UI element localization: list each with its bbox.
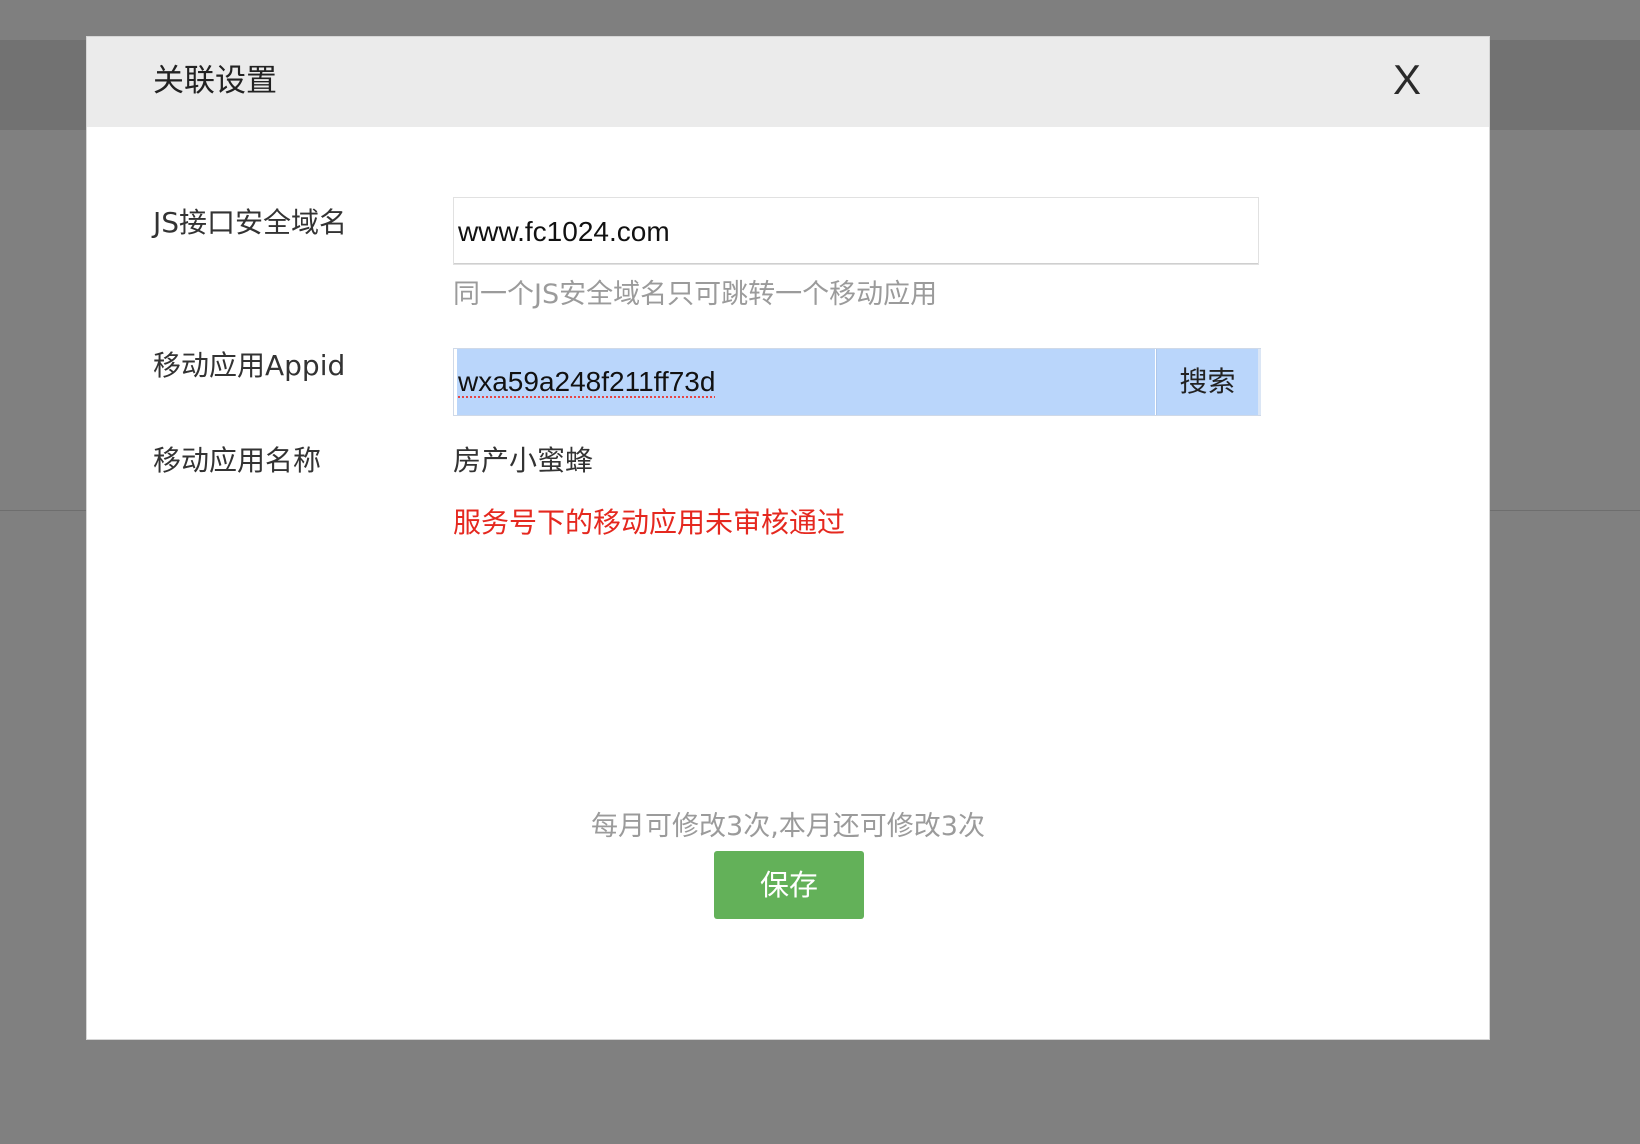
domain-label: JS接口安全域名 — [153, 206, 348, 239]
appid-label: 移动应用Appid — [153, 349, 346, 382]
background-topbar — [0, 0, 1640, 41]
dialog-header: 关联设置 X — [87, 37, 1489, 127]
review-error-message: 服务号下的移动应用未审核通过 — [453, 506, 846, 539]
association-settings-dialog: 关联设置 X JS接口安全域名 www.fc1024.com 同一个JS安全域名… — [86, 36, 1490, 1040]
close-button[interactable]: X — [1387, 57, 1427, 103]
domain-input[interactable]: www.fc1024.com — [453, 197, 1259, 265]
appid-field-group: wxa59a248f211ff73d 搜索 — [453, 348, 1261, 416]
appid-input-value: wxa59a248f211ff73d — [458, 366, 716, 397]
search-button-edge — [1258, 349, 1261, 415]
app-name-value: 房产小蜜蜂 — [453, 444, 594, 477]
modification-quota-text: 每月可修改3次,本月还可修改3次 — [591, 811, 985, 842]
appid-input[interactable]: wxa59a248f211ff73d — [457, 349, 1155, 415]
domain-input-value: www.fc1024.com — [458, 216, 670, 247]
app-name-label: 移动应用名称 — [153, 444, 322, 477]
search-button[interactable]: 搜索 — [1156, 349, 1258, 415]
domain-hint: 同一个JS安全域名只可跳转一个移动应用 — [453, 279, 938, 310]
save-button[interactable]: 保存 — [714, 851, 864, 919]
dialog-title: 关联设置 — [153, 63, 277, 99]
